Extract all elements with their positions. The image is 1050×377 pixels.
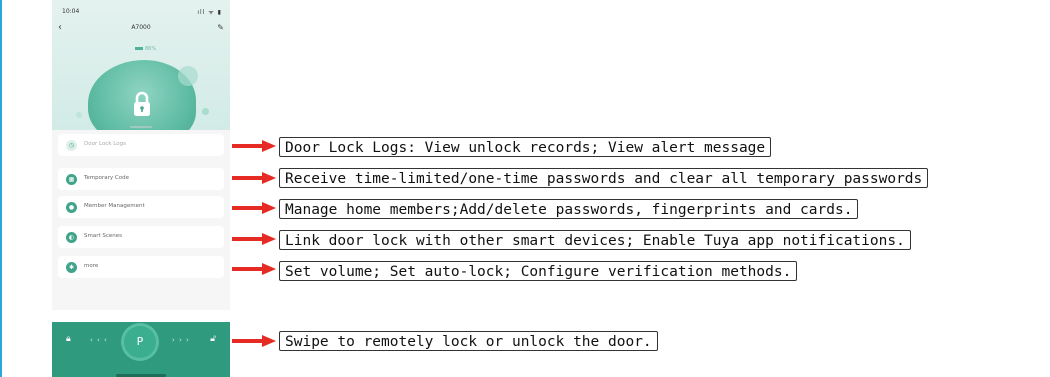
menu-item-label: Door Lock Logs <box>84 141 126 147</box>
chevrons-left: ‹ ‹ ‹ <box>90 336 108 344</box>
grid-icon: ▦ <box>66 174 77 185</box>
callout-more-settings: Set volume; Set auto-lock; Configure ver… <box>279 261 798 281</box>
nav-bar: A7000 ‹ ✎ <box>58 22 224 36</box>
pull-handle <box>130 126 152 128</box>
status-bar: 10:04 ıll ᯤ ▮ <box>62 8 222 18</box>
menu-item-temporary-code[interactable]: ▦ Temporary Code <box>58 168 224 190</box>
arrow-icon <box>232 172 276 184</box>
menu-item-label: more <box>84 263 99 269</box>
clock-icon: ◷ <box>66 140 77 151</box>
arrow-icon <box>232 202 276 214</box>
decor-bubble <box>76 112 82 118</box>
edit-icon[interactable]: ✎ <box>217 23 224 32</box>
callout-swipe-lock: Swipe to remotely lock or unlock the doo… <box>279 331 658 351</box>
gear-icon: ✱ <box>66 262 77 273</box>
scene-icon: ◐ <box>66 232 77 243</box>
battery-indicator: 86% <box>135 46 156 52</box>
unlock-icon: 🔓︎ <box>210 334 216 344</box>
battery-icon <box>135 47 143 50</box>
chevrons-right: › › › <box>172 336 190 344</box>
device-title: A7000 <box>131 24 151 31</box>
menu-item-more[interactable]: ✱ more <box>58 256 224 278</box>
menu-item-member-management[interactable]: ● Member Management <box>58 196 224 218</box>
arrow-icon <box>232 233 276 245</box>
phone-screenshot: 10:04 ıll ᯤ ▮ A7000 ‹ ✎ 86% ◷ Door Lock … <box>52 0 230 377</box>
callout-door-lock-logs: Door Lock Logs: View unlock records; Vie… <box>279 137 772 157</box>
back-icon[interactable]: ‹ <box>58 22 62 33</box>
battery-text: 86% <box>145 46 157 52</box>
status-time: 10:04 <box>62 8 80 15</box>
menu-item-label: Temporary Code <box>84 175 129 181</box>
decor-bubble <box>178 66 198 86</box>
menu-item-smart-scenes[interactable]: ◐ Smart Scenes <box>58 226 224 248</box>
signal-wifi-battery-icon: ıll ᯤ ▮ <box>197 9 222 16</box>
arrow-icon <box>232 335 276 347</box>
left-edge-rule <box>0 0 2 377</box>
arrow-icon <box>232 263 276 275</box>
arrow-icon <box>232 140 276 152</box>
swipe-lock-bar[interactable]: 🔒︎ ‹ ‹ ‹ P › › › 🔓︎ <box>52 322 230 377</box>
function-menu: ◷ Door Lock Logs ▦ Temporary Code ● Memb… <box>52 130 230 310</box>
callout-smart-scenes: Link door lock with other smart devices;… <box>279 230 911 250</box>
swipe-knob[interactable]: P <box>124 326 156 358</box>
decor-bubble <box>202 108 209 115</box>
lock-icon: 🔒︎ <box>66 334 71 344</box>
callout-temporary-code: Receive time-limited/one-time passwords … <box>279 168 929 188</box>
callout-member-management: Manage home members;Add/delete passwords… <box>279 199 859 219</box>
menu-item-label: Member Management <box>84 203 145 209</box>
padlock-icon <box>134 91 150 116</box>
person-icon: ● <box>66 202 77 213</box>
menu-item-door-lock-logs[interactable]: ◷ Door Lock Logs <box>58 134 224 156</box>
menu-item-label: Smart Scenes <box>84 233 123 239</box>
